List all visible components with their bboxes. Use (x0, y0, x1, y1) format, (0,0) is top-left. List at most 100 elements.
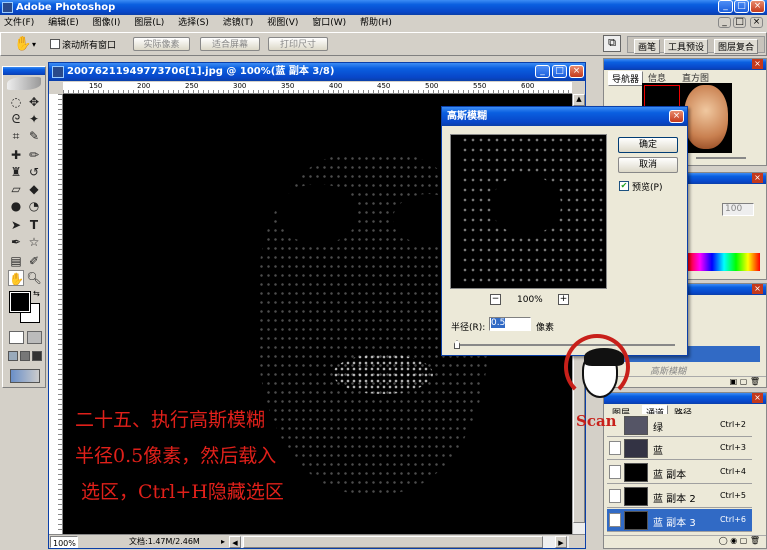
actual-pixels-button[interactable]: 实际像素 (133, 37, 190, 51)
visibility-toggle[interactable] (609, 465, 621, 479)
paint-bucket-icon[interactable]: ◆ (26, 181, 42, 197)
preview-checkbox[interactable]: ✔ (619, 181, 629, 191)
screen-mode-full-menu-icon[interactable] (20, 351, 30, 361)
notes-tool-icon[interactable]: ▤ (8, 253, 24, 269)
channel-row[interactable]: 蓝 副本 2 Ctrl+5 (607, 485, 752, 508)
menu-select[interactable]: 选择(S) (178, 18, 209, 28)
minimize-button[interactable]: _ (718, 0, 733, 13)
swap-colors-icon[interactable]: ⇆ (33, 289, 40, 298)
lasso-tool-icon[interactable]: ᘓ (8, 111, 24, 127)
scroll-right-arrow[interactable]: ▶ (555, 536, 567, 548)
maximize-button[interactable]: □ (734, 0, 749, 13)
radius-value: 0.5 (491, 318, 506, 328)
tool-preset-dropdown[interactable]: ▾ (32, 40, 36, 49)
scroll-left-arrow[interactable]: ◀ (229, 536, 241, 548)
dialog-close-button[interactable]: × (669, 110, 684, 123)
shape-tool-icon[interactable]: ☆ (26, 234, 42, 250)
opacity-field[interactable]: 100 (722, 203, 754, 216)
eraser-tool-icon[interactable]: ▱ (8, 181, 24, 197)
color-panel-close-icon[interactable]: × (752, 173, 763, 183)
scroll-all-checkbox[interactable] (50, 39, 60, 49)
screen-mode-standard-icon[interactable] (8, 351, 18, 361)
ruler-label: 450 (377, 82, 391, 90)
visibility-toggle[interactable] (609, 441, 621, 455)
healing-brush-icon[interactable]: ✚ (8, 147, 24, 163)
standard-mode-icon[interactable] (9, 331, 24, 344)
doc-minimize-button[interactable]: _ (718, 17, 731, 28)
ruler-label: 150 (89, 82, 103, 90)
history-panel-close-icon[interactable]: × (752, 284, 763, 294)
clone-stamp-icon[interactable]: ♜ (8, 164, 24, 180)
menu-layer[interactable]: 图层(L) (134, 18, 164, 28)
channel-thumbnail (624, 511, 648, 530)
quick-mask-icon[interactable] (27, 331, 42, 344)
cancel-button[interactable]: 取消 (618, 157, 678, 173)
file-browser-icon[interactable]: ⧉ (603, 35, 621, 52)
eyedropper-icon[interactable]: ✐ (26, 253, 42, 269)
navigator-zoom-slider[interactable] (696, 157, 746, 159)
menu-view[interactable]: 视图(V) (267, 18, 298, 28)
menu-help[interactable]: 帮助(H) (360, 18, 392, 28)
document-close-button[interactable]: × (569, 65, 584, 78)
doc-restore-button[interactable]: □ (733, 17, 746, 28)
hand-tool-box-icon[interactable]: ✋ (8, 270, 24, 286)
status-menu-arrow[interactable]: ▸ (221, 535, 225, 548)
zoom-level[interactable]: 100% (50, 536, 78, 548)
filter-preview[interactable] (450, 134, 607, 289)
zoom-tool-icon[interactable]: 🔍︎ (26, 270, 42, 286)
tab-navigator[interactable]: 导航器 (608, 71, 644, 86)
zoom-in-button[interactable]: + (558, 294, 569, 305)
marquee-tool-icon[interactable]: ◌ (8, 94, 24, 110)
color-ramp[interactable] (688, 253, 760, 271)
screen-mode-full-icon[interactable] (32, 351, 42, 361)
foreground-color-swatch[interactable] (9, 291, 31, 313)
navigator-close-icon[interactable]: × (752, 59, 763, 69)
menu-filter[interactable]: 滤镜(T) (223, 18, 254, 28)
dock-tab-tool-presets[interactable]: 工具预设 (664, 39, 709, 54)
eye-icon[interactable]: 👁︎ (609, 513, 621, 527)
move-tool-icon[interactable]: ✥ (26, 94, 42, 110)
document-titlebar: 20076211949773706[1].jpg @ 100%(蓝 副本 3/8… (49, 63, 585, 81)
dock-tab-layer-comps[interactable]: 图层复合 (714, 39, 759, 54)
document-title: 20076211949773706[1].jpg @ 100%(蓝 副本 3/8… (67, 66, 335, 77)
history-brush-icon[interactable]: ↺ (26, 164, 42, 180)
slice-tool-icon[interactable]: ✎ (26, 128, 42, 144)
brush-tool-icon[interactable]: ✏ (26, 147, 42, 163)
h-scroll-thumb[interactable] (243, 536, 543, 548)
crop-tool-icon[interactable]: ⌗ (8, 128, 24, 144)
watermark-text: Scan (576, 412, 617, 430)
path-select-icon[interactable]: ➤ (8, 217, 24, 233)
radius-slider-thumb[interactable] (454, 340, 460, 349)
type-tool-icon[interactable]: T (26, 217, 42, 233)
menu-window[interactable]: 窗口(W) (312, 18, 346, 28)
ok-button[interactable]: 确定 (618, 137, 678, 153)
visibility-toggle[interactable] (609, 489, 621, 503)
channel-row-selected[interactable]: 👁︎ 蓝 副本 3 Ctrl+6 (607, 509, 752, 532)
dock-well: 画笔 工具预设 图层复合 (627, 36, 765, 54)
doc-close-button[interactable]: × (750, 17, 763, 28)
menu-image[interactable]: 图像(I) (93, 18, 121, 28)
dock-tab-brushes[interactable]: 画笔 (634, 39, 661, 54)
menu-edit[interactable]: 编辑(E) (48, 18, 79, 28)
document-minimize-button[interactable]: _ (535, 65, 550, 78)
zoom-out-button[interactable]: − (490, 294, 501, 305)
fit-screen-button[interactable]: 适合屏幕 (200, 37, 260, 51)
close-button[interactable]: × (750, 0, 765, 13)
scroll-up-arrow[interactable]: ▲ (573, 94, 585, 106)
channels-panel-close-icon[interactable]: × (752, 393, 763, 403)
pen-tool-icon[interactable]: ✒ (8, 234, 24, 250)
hand-tool-icon[interactable]: ✋ (14, 36, 31, 52)
horizontal-scrollbar[interactable]: ◀ ▶ (229, 536, 569, 548)
channel-row[interactable]: 蓝 Ctrl+3 (607, 437, 752, 460)
dodge-tool-icon[interactable]: ◔ (26, 198, 42, 214)
document-maximize-button[interactable]: □ (552, 65, 567, 78)
menu-file[interactable]: 文件(F) (4, 18, 34, 28)
magic-wand-icon[interactable]: ✦ (26, 111, 42, 127)
ruler-label: 350 (281, 82, 295, 90)
blur-tool-icon[interactable]: ● (8, 198, 24, 214)
ruler-label: 400 (329, 82, 343, 90)
channel-row[interactable]: 蓝 副本 Ctrl+4 (607, 461, 752, 484)
jump-to-imageready-icon[interactable] (10, 369, 40, 383)
radius-input[interactable]: 0.5 (489, 317, 531, 331)
print-size-button[interactable]: 打印尺寸 (268, 37, 328, 51)
